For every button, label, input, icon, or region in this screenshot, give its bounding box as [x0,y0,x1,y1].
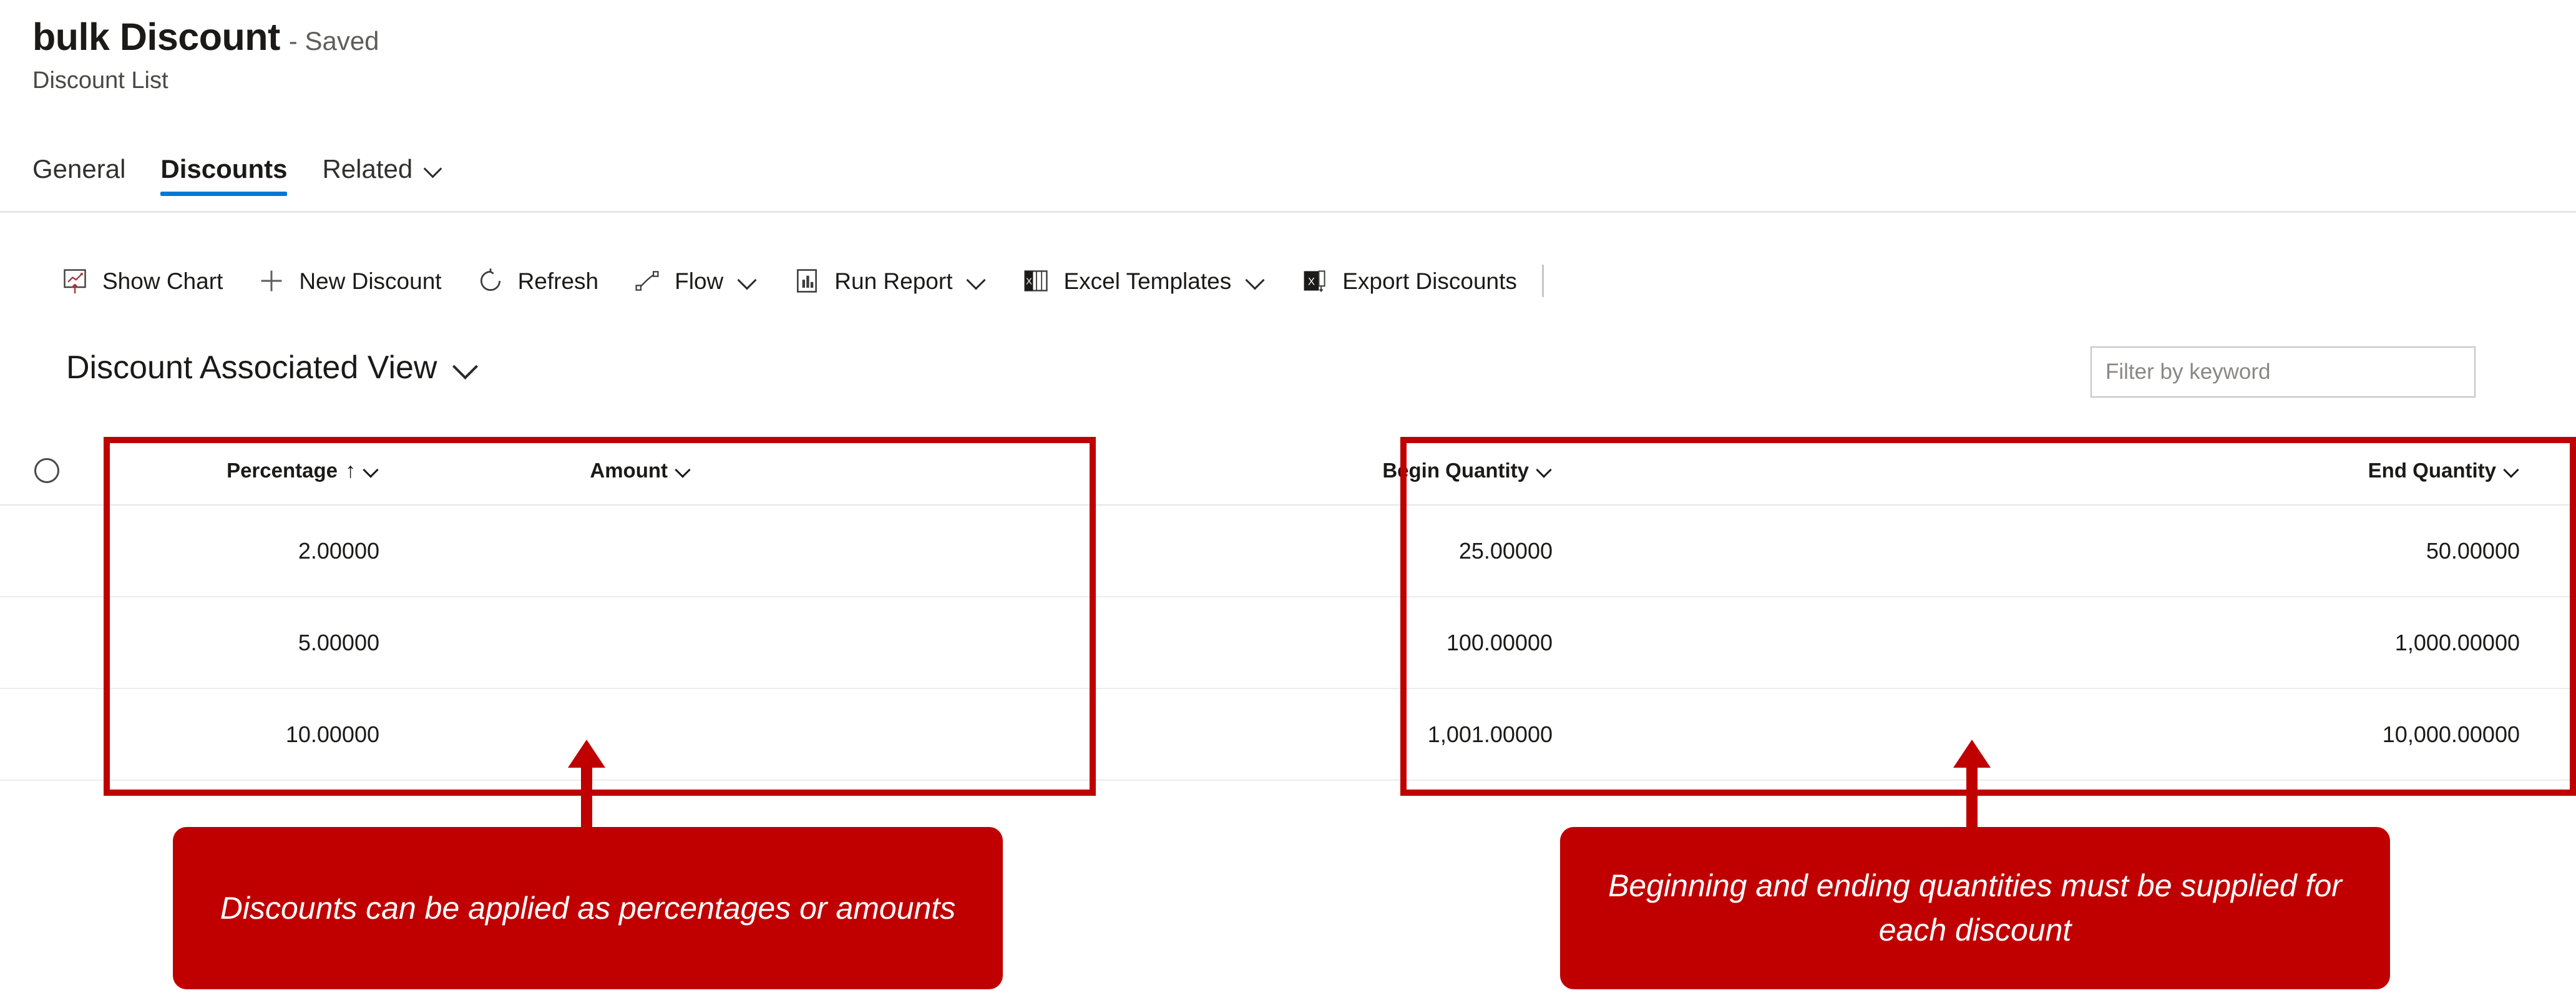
grid-header-row: Percentage ↑ Amount Begin Quantity End Q… [0,437,2576,506]
column-header-percentage[interactable]: Percentage ↑ [94,459,406,482]
flow-icon [633,267,661,295]
tab-general-label: General [32,154,126,183]
column-header-percentage-label: Percentage [227,459,338,482]
page-title: bulk Discount [32,16,280,58]
chevron-down-icon [1245,270,1266,291]
command-bar: Show Chart New Discount Refresh Flow Run… [44,250,1595,312]
cell-end-quantity[interactable]: 10,000.00000 [1928,722,2546,748]
cell-percentage[interactable]: 5.00000 [94,630,406,656]
tab-strip: General Discounts Related [32,136,460,196]
column-header-begin-quantity[interactable]: Begin Quantity [1092,459,1579,482]
export-discounts-label: Export Discounts [1342,268,1517,294]
export-excel-icon: X [1301,267,1329,295]
select-all-cell[interactable] [0,458,94,483]
record-header: bulk Discount - Saved Discount List [32,15,1281,94]
view-row: Discount Associated View [0,340,2576,418]
chevron-down-icon [1536,462,1553,479]
view-name: Discount Associated View [66,350,437,386]
title-line: bulk Discount - Saved [32,15,1281,59]
search-input[interactable] [2092,348,2474,396]
svg-text:X: X [1027,277,1033,287]
callout-right-text: Beginning and ending quantities must be … [1608,868,2342,947]
column-header-end-quantity[interactable]: End Quantity [1928,459,2546,482]
save-status: - Saved [288,26,379,56]
cell-begin-quantity[interactable]: 1,001.00000 [1092,722,1579,748]
refresh-button[interactable]: Refresh [459,253,617,309]
column-header-amount-label: Amount [590,459,668,482]
chevron-down-icon [737,270,758,291]
refresh-icon [477,267,504,295]
flow-label: Flow [675,268,724,294]
excel-templates-button[interactable]: X Excel Templates [1005,253,1284,309]
callout-quantities-required: Beginning and ending quantities must be … [1560,827,2390,989]
app-page: bulk Discount - Saved Discount List Gene… [0,0,2576,1003]
view-selector[interactable]: Discount Associated View [66,349,478,386]
tab-discounts[interactable]: Discounts [143,156,305,196]
svg-text:X: X [1308,276,1315,287]
chevron-down-icon [675,462,691,479]
more-commands-button[interactable] [1551,253,1595,309]
tab-related[interactable]: Related [305,156,460,196]
callout-left-text: Discounts can be applied as percentages … [220,890,956,926]
excel-template-icon: X [1022,267,1050,295]
show-chart-label: Show Chart [102,268,223,294]
chevron-down-icon [966,270,987,291]
select-all-radio[interactable] [34,458,59,483]
run-report-button[interactable]: Run Report [776,253,1005,309]
plus-icon [258,267,285,295]
chevron-down-icon [453,355,478,380]
cell-begin-quantity[interactable]: 100.00000 [1092,630,1579,656]
excel-templates-label: Excel Templates [1063,268,1232,294]
column-header-begin-quantity-label: Begin Quantity [1382,459,1529,482]
tab-general[interactable]: General [32,156,143,196]
entity-subtitle: Discount List [32,67,168,94]
new-discount-label: New Discount [299,268,442,294]
command-bar-separator [1541,265,1544,297]
show-chart-icon [61,267,89,295]
flow-button[interactable]: Flow [616,253,776,309]
cell-end-quantity[interactable]: 1,000.00000 [1928,630,2546,656]
chevron-down-icon [2504,462,2520,479]
chevron-down-icon [363,462,379,479]
discount-grid: Percentage ↑ Amount Begin Quantity End Q… [0,437,2576,781]
tab-related-label: Related [322,154,413,183]
run-report-icon [793,267,821,295]
table-row[interactable]: 10.00000 1,001.00000 10,000.00000 [0,689,2576,781]
sort-ascending-icon: ↑ [345,459,356,482]
new-discount-button[interactable]: New Discount [240,253,459,309]
cell-end-quantity[interactable]: 50.00000 [1928,538,2546,564]
cell-percentage[interactable]: 2.00000 [94,538,406,564]
table-row[interactable]: 2.00000 25.00000 50.00000 [0,506,2576,597]
cell-percentage[interactable]: 10.00000 [94,722,406,748]
refresh-label: Refresh [517,268,599,294]
chevron-down-icon [424,160,442,179]
table-row[interactable]: 5.00000 100.00000 1,000.00000 [0,597,2576,689]
export-discounts-button[interactable]: X Export Discounts [1284,253,1534,309]
show-chart-button[interactable]: Show Chart [44,253,240,309]
column-header-end-quantity-label: End Quantity [2368,459,2496,482]
header-divider [0,211,2576,213]
column-header-amount[interactable]: Amount [406,459,718,482]
cell-begin-quantity[interactable]: 25.00000 [1092,538,1579,564]
tab-discounts-label: Discounts [160,154,288,183]
callout-percentages-or-amounts: Discounts can be applied as percentages … [173,827,1003,989]
run-report-label: Run Report [834,268,953,294]
filter-box[interactable] [2091,346,2476,398]
